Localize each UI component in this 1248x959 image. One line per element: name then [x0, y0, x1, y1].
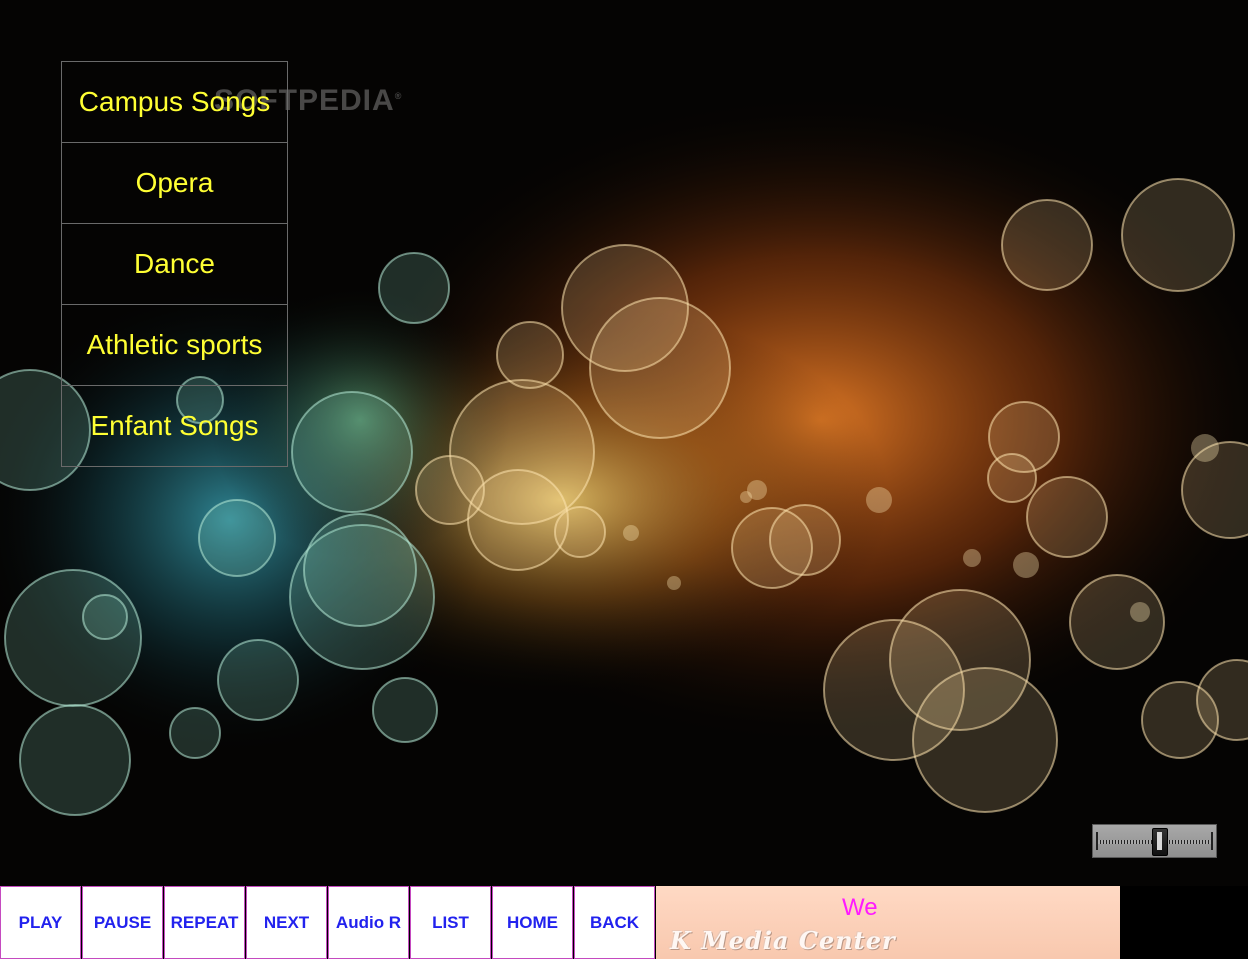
pause-button[interactable]: PAUSE — [82, 886, 163, 959]
menu-item-enfant-songs[interactable]: Enfant Songs — [61, 385, 288, 467]
volume-slider[interactable] — [1092, 824, 1217, 858]
category-menu: Campus Songs Opera Dance Athletic sports… — [61, 61, 288, 467]
back-button[interactable]: BACK — [574, 886, 655, 959]
marquee-panel: We K Media Center — [656, 886, 1120, 959]
menu-item-athletic-sports[interactable]: Athletic sports — [61, 304, 288, 385]
menu-item-dance[interactable]: Dance — [61, 223, 288, 304]
list-button[interactable]: LIST — [410, 886, 491, 959]
repeat-button[interactable]: REPEAT — [164, 886, 245, 959]
menu-item-opera[interactable]: Opera — [61, 142, 288, 223]
menu-item-campus-songs[interactable]: Campus Songs — [61, 61, 288, 142]
volume-slider-handle[interactable] — [1152, 828, 1168, 856]
playback-toolbar: PLAY PAUSE REPEAT NEXT Audio R LIST HOME… — [0, 886, 1120, 959]
corner-panel — [1120, 886, 1248, 959]
home-button[interactable]: HOME — [492, 886, 573, 959]
marquee-text: We — [842, 894, 878, 921]
media-center-logo: K Media Center — [670, 926, 896, 955]
audio-r-button[interactable]: Audio R — [328, 886, 409, 959]
next-button[interactable]: NEXT — [246, 886, 327, 959]
play-button[interactable]: PLAY — [0, 886, 81, 959]
